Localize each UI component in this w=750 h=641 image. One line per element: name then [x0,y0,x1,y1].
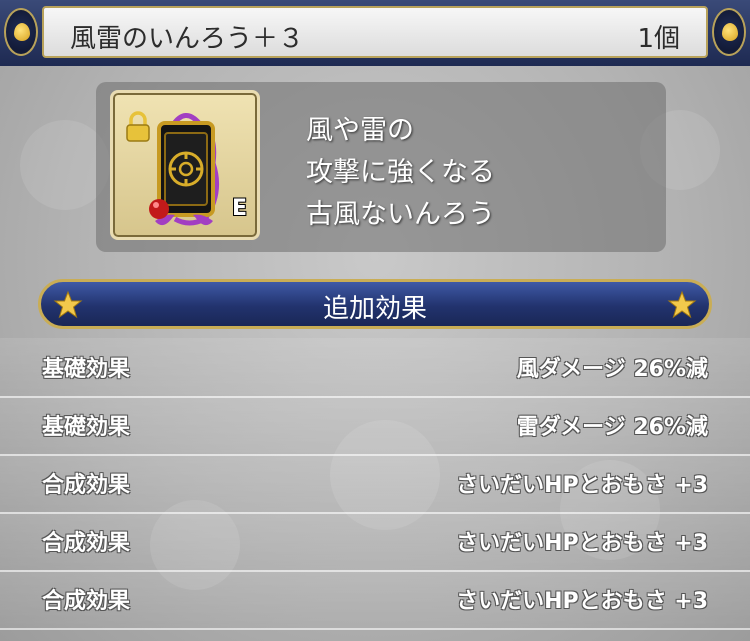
effect-row: 合成効果 さいだいHPとおもさ +3 [0,454,750,514]
effect-row: 基礎効果 風ダメージ 26%減 [0,338,750,398]
section-title: 追加効果 [322,294,427,324]
item-description-line: 風や雷の [306,115,414,146]
effect-row: 合成効果 さいだいHPとおもさ +3 [0,570,750,630]
item-name: 風雷のいんろう＋３ [70,24,305,54]
effect-type: 合成効果 [42,589,131,614]
effect-value: さいだいHPとおもさ +3 [456,531,708,556]
item-title-bar: 風雷のいんろう＋３ 1個 [42,6,708,58]
effect-row: 基礎効果 雷ダメージ 26%減 [0,396,750,456]
effect-value: さいだいHPとおもさ +3 [456,473,708,498]
effect-type: 合成効果 [42,531,131,556]
lock-icon [126,111,150,142]
slime-drop-icon [4,8,38,56]
slime-drop-icon [712,8,746,56]
effect-type: 基礎効果 [42,357,131,382]
item-count: 1個 [637,24,680,54]
additional-effects-banner: 追加効果 [38,279,712,329]
equipped-badge: E [231,196,247,221]
effect-row: 合成効果 さいだいHPとおもさ +3 [0,512,750,572]
item-description-line: 攻撃に強くなる [306,157,495,188]
item-icon-frame[interactable]: E [110,90,260,240]
item-header: 風雷のいんろう＋３ 1個 [0,0,750,66]
effect-type: 合成効果 [42,473,131,498]
effect-type: 基礎効果 [42,415,131,440]
star-icon [667,290,697,319]
effect-value: 雷ダメージ 26%減 [516,415,708,440]
effect-value: さいだいHPとおもさ +3 [456,589,708,614]
item-detail-panel: E 風や雷の 攻撃に強くなる 古風ないんろう [96,82,666,252]
item-description-line: 古風ないんろう [306,199,495,230]
effect-value: 風ダメージ 26%減 [516,357,708,382]
